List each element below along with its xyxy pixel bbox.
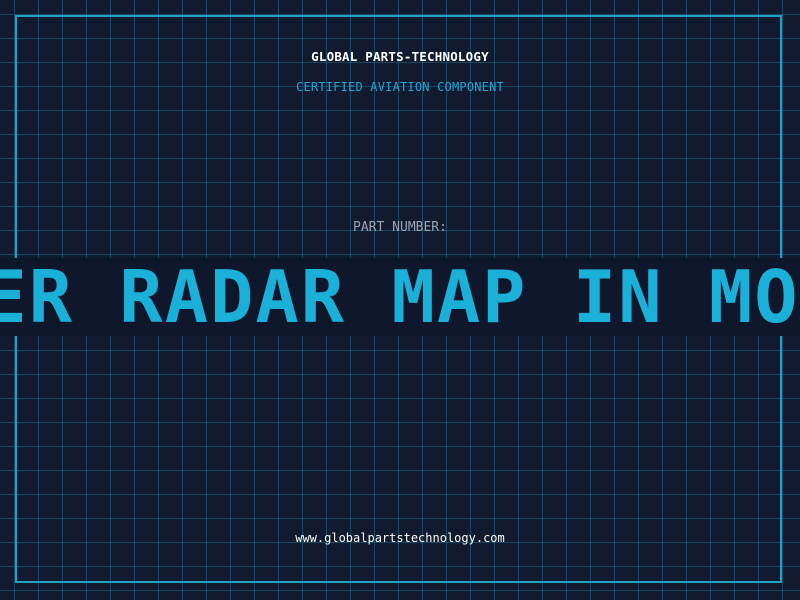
part-number-label: PART NUMBER: — [353, 220, 447, 235]
part-number-marquee: HER RADAR MAP IN MO — [0, 258, 800, 336]
part-label-card: GLOBAL PARTS-TECHNOLOGY CERTIFIED AVIATI… — [0, 0, 800, 600]
company-name: GLOBAL PARTS-TECHNOLOGY — [311, 49, 489, 64]
certification-subtitle: CERTIFIED AVIATION COMPONENT — [296, 80, 504, 94]
part-number-text: HER RADAR MAP IN MO — [0, 258, 800, 336]
website-url: www.globalpartstechnology.com — [295, 531, 505, 545]
